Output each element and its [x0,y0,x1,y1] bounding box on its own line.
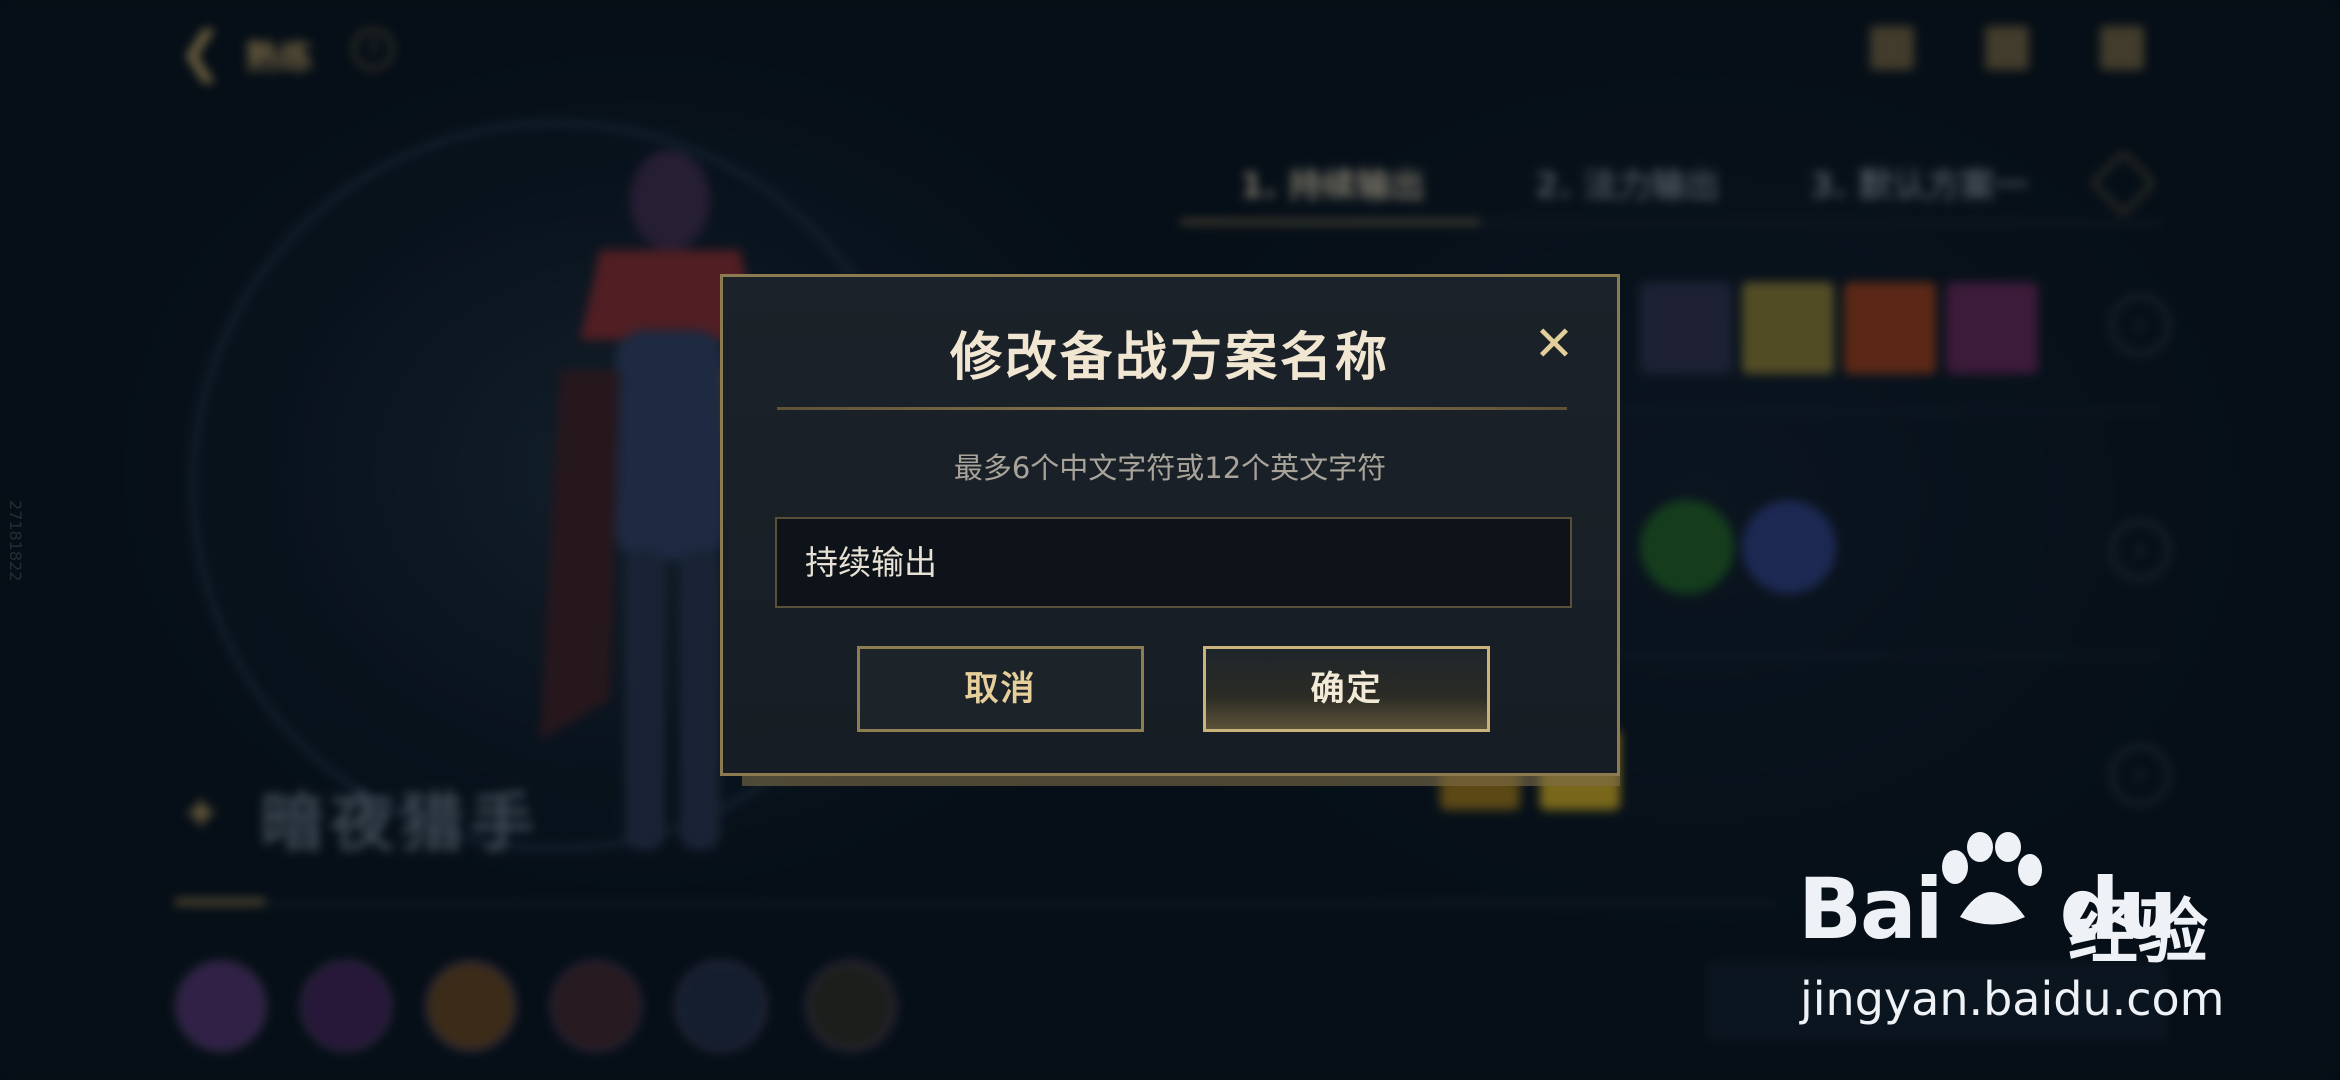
watermark-url: jingyan.baidu.com [1800,972,2225,1026]
paw-logo-icon [1942,832,2042,925]
title-divider [777,407,1567,410]
close-icon[interactable]: ✕ [1529,319,1579,369]
watermark-brand-left: Bai [1798,860,1944,958]
confirm-button[interactable]: 确定 [1203,646,1490,732]
plan-name-input[interactable]: 持续输出 [775,517,1572,608]
modal-shadow-edge [742,776,1620,786]
dialog-title: 修改备战方案名称 [949,328,1390,388]
watermark-cn: 经验 [2068,891,2208,973]
input-hint: 最多6个中文字符或12个英文字符 [953,451,1387,485]
cancel-button[interactable]: 取消 [857,646,1144,732]
rename-plan-dialog: 修改备战方案名称 ✕ 最多6个中文字符或12个英文字符 持续输出 取消 确定 [720,274,1620,776]
